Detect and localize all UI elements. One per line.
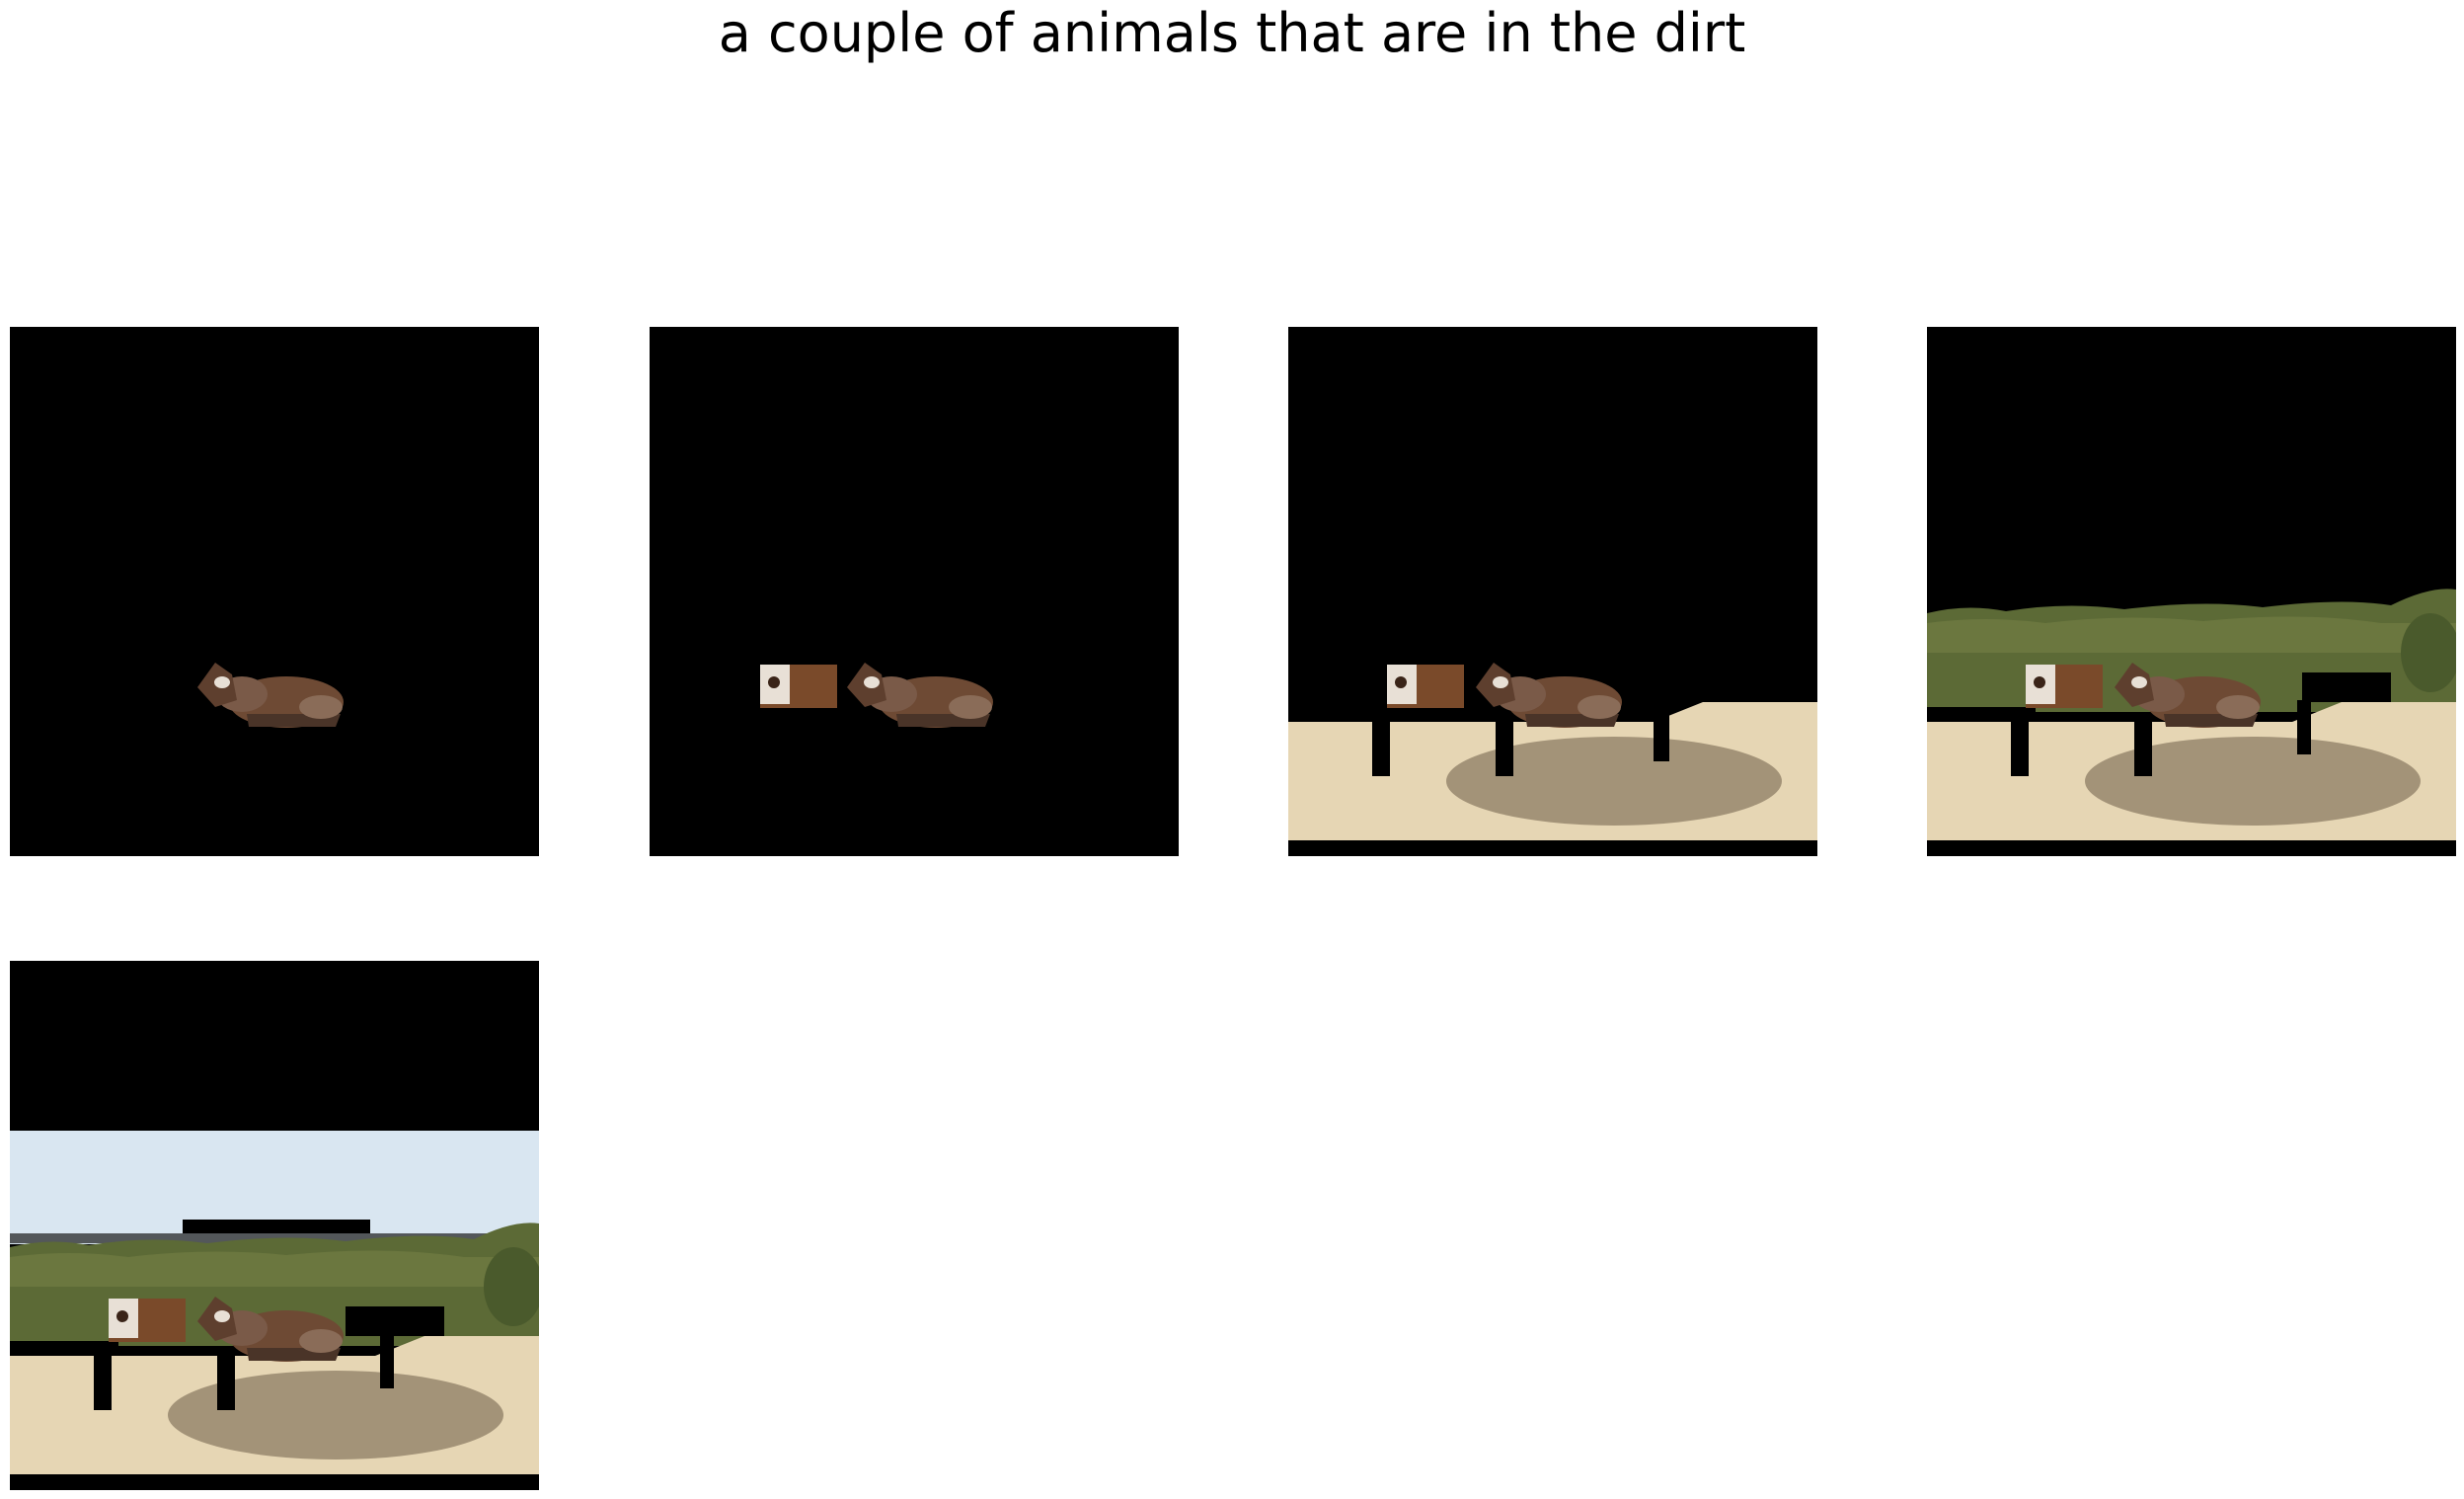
mask-panel-1 — [10, 327, 539, 856]
caption-title: a couple of animals that are in the dirt — [718, 2, 1746, 64]
mask-panel-4 — [1927, 327, 2456, 856]
cow-left — [2026, 665, 2103, 708]
cow-left — [760, 665, 837, 708]
mask-panel-5 — [10, 961, 539, 1490]
mask-panel-2 — [650, 327, 1179, 856]
sky-layer — [10, 1131, 539, 1244]
cow-left — [109, 1299, 186, 1342]
cow-left — [1387, 665, 1464, 708]
mask-panel-3 — [1288, 327, 1817, 856]
